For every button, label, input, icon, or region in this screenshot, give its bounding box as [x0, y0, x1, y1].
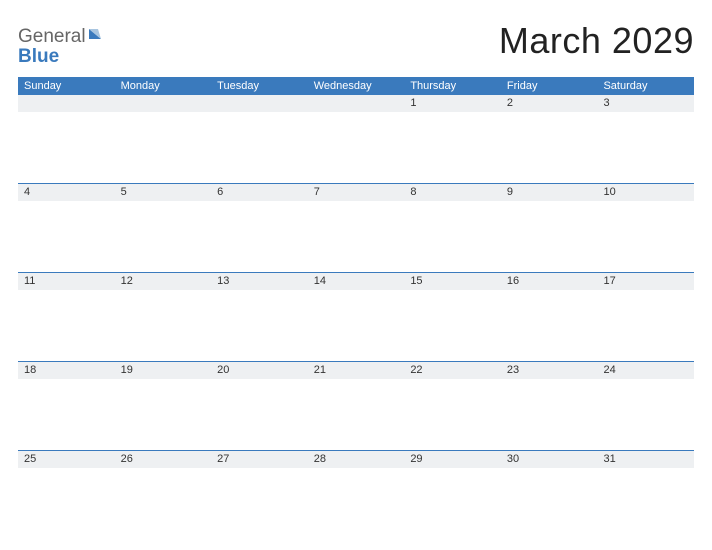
- day-cell: 31: [597, 451, 694, 539]
- day-number: 5: [115, 184, 212, 201]
- day-cell: 18: [18, 362, 115, 450]
- day-header: Saturday: [597, 77, 694, 95]
- day-number: 22: [404, 362, 501, 379]
- day-cell: 26: [115, 451, 212, 539]
- week-row: 25 26 27 28 29 30 31: [18, 450, 694, 539]
- day-header: Wednesday: [308, 77, 405, 95]
- day-cell: 6: [211, 184, 308, 272]
- day-number: 25: [18, 451, 115, 468]
- day-cell: [211, 95, 308, 183]
- day-number: 21: [308, 362, 405, 379]
- day-number: 7: [308, 184, 405, 201]
- day-cell: 17: [597, 273, 694, 361]
- day-number: [211, 95, 308, 112]
- day-number: 19: [115, 362, 212, 379]
- day-cell: 23: [501, 362, 598, 450]
- day-number: 26: [115, 451, 212, 468]
- day-cell: 20: [211, 362, 308, 450]
- day-number: 10: [597, 184, 694, 201]
- day-cell: 3: [597, 95, 694, 183]
- day-number: 8: [404, 184, 501, 201]
- day-header: Sunday: [18, 77, 115, 95]
- day-header: Monday: [115, 77, 212, 95]
- day-cell: [308, 95, 405, 183]
- day-cell: 24: [597, 362, 694, 450]
- day-header: Tuesday: [211, 77, 308, 95]
- day-cell: 4: [18, 184, 115, 272]
- day-cell: 30: [501, 451, 598, 539]
- week-row: 1 2 3: [18, 95, 694, 183]
- week-row: 11 12 13 14 15 16 17: [18, 272, 694, 361]
- day-number: 12: [115, 273, 212, 290]
- day-number: [115, 95, 212, 112]
- day-cell: 21: [308, 362, 405, 450]
- day-header: Friday: [501, 77, 598, 95]
- day-number: 4: [18, 184, 115, 201]
- day-number: 28: [308, 451, 405, 468]
- week-row: 18 19 20 21 22 23 24: [18, 361, 694, 450]
- day-number: 9: [501, 184, 598, 201]
- day-cell: 2: [501, 95, 598, 183]
- day-cell: 15: [404, 273, 501, 361]
- day-cell: 25: [18, 451, 115, 539]
- day-number: 20: [211, 362, 308, 379]
- header: General Blue March 2029: [18, 20, 694, 67]
- day-number: 15: [404, 273, 501, 290]
- logo-text-blue: Blue: [18, 46, 59, 67]
- day-cell: 8: [404, 184, 501, 272]
- logo-text-general: General: [18, 26, 86, 47]
- day-number: 16: [501, 273, 598, 290]
- day-number: [308, 95, 405, 112]
- day-header: Thursday: [404, 77, 501, 95]
- day-cell: 7: [308, 184, 405, 272]
- day-cell: 22: [404, 362, 501, 450]
- day-cell: 13: [211, 273, 308, 361]
- day-number: 3: [597, 95, 694, 112]
- day-cell: 12: [115, 273, 212, 361]
- day-cell: 19: [115, 362, 212, 450]
- day-cell: 5: [115, 184, 212, 272]
- logo-triangle-icon: [88, 28, 102, 47]
- day-cell: [18, 95, 115, 183]
- day-cell: 16: [501, 273, 598, 361]
- day-cell: 10: [597, 184, 694, 272]
- day-number: [18, 95, 115, 112]
- day-cell: 28: [308, 451, 405, 539]
- day-cell: [115, 95, 212, 183]
- day-number: 31: [597, 451, 694, 468]
- day-cell: 9: [501, 184, 598, 272]
- day-number: 2: [501, 95, 598, 112]
- day-number: 6: [211, 184, 308, 201]
- day-number: 14: [308, 273, 405, 290]
- week-row: 4 5 6 7 8 9 10: [18, 183, 694, 272]
- page-title: March 2029: [499, 20, 694, 62]
- calendar-grid: 1 2 3 4 5 6 7 8 9 10 11 12 13 14 15 16 1…: [18, 95, 694, 539]
- logo: General Blue: [18, 26, 102, 67]
- day-number: 1: [404, 95, 501, 112]
- day-number: 11: [18, 273, 115, 290]
- day-cell: 14: [308, 273, 405, 361]
- day-number: 30: [501, 451, 598, 468]
- day-cell: 11: [18, 273, 115, 361]
- day-number: 13: [211, 273, 308, 290]
- day-number: 27: [211, 451, 308, 468]
- day-number: 23: [501, 362, 598, 379]
- day-number: 18: [18, 362, 115, 379]
- day-cell: 27: [211, 451, 308, 539]
- day-number: 24: [597, 362, 694, 379]
- day-number: 29: [404, 451, 501, 468]
- day-number: 17: [597, 273, 694, 290]
- day-cell: 29: [404, 451, 501, 539]
- day-headers-row: Sunday Monday Tuesday Wednesday Thursday…: [18, 77, 694, 95]
- day-cell: 1: [404, 95, 501, 183]
